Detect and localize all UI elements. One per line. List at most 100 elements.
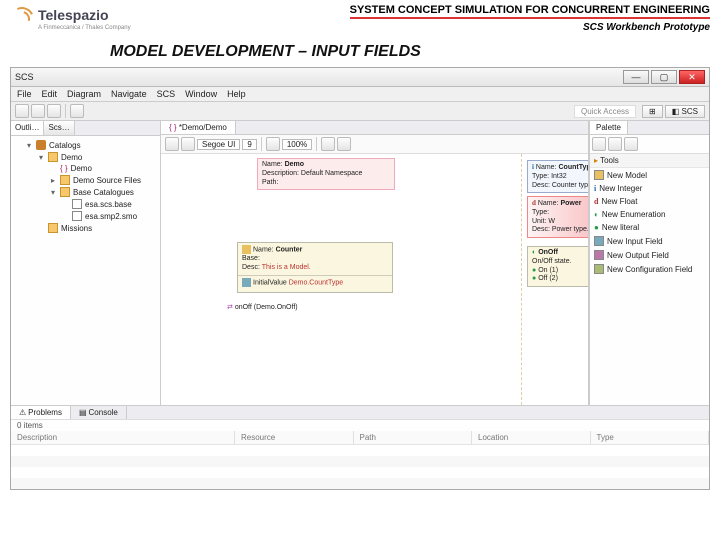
file-icon [72, 211, 82, 221]
marquee-icon[interactable] [608, 137, 622, 151]
outline-tree[interactable]: ▾Catalogs ▾Demo { }Demo ▸Demo Source Fil… [11, 136, 160, 405]
pointer-icon[interactable] [592, 137, 606, 151]
italic-icon[interactable] [181, 137, 195, 151]
menubar: File Edit Diagram Navigate SCS Window He… [11, 87, 709, 102]
tree-item[interactable]: esa.smp2.smo [85, 212, 137, 221]
menu-help[interactable]: Help [227, 89, 246, 99]
close-button[interactable]: ✕ [679, 70, 705, 84]
port-label[interactable]: ⇄ onOff (Demo.OnOff) [223, 302, 302, 315]
menu-window[interactable]: Window [185, 89, 217, 99]
palette-new-model[interactable]: New Model [590, 168, 709, 182]
run-icon[interactable] [70, 104, 84, 118]
bottom-panel: ⚠Problems ▤Console 0 items Description R… [11, 405, 709, 489]
minimize-view-icon[interactable] [146, 121, 160, 135]
problems-icon: ⚠ [19, 408, 26, 417]
open-perspective-button[interactable]: ⊞ [642, 105, 663, 118]
literal-icon: ● [532, 267, 536, 274]
problems-count: 0 items [11, 420, 709, 431]
tree-item[interactable]: Missions [61, 224, 92, 233]
enum-icon: ◐ [532, 249, 536, 256]
literal-icon: ● [532, 275, 536, 282]
tree-item[interactable]: esa.scs.base [85, 200, 132, 209]
tab-console[interactable]: ▤Console [71, 406, 127, 419]
palette-new-enum[interactable]: ◐New Enumeration [590, 208, 709, 221]
app-window: SCS — ▢ ✕ File Edit Diagram Navigate SCS… [10, 67, 710, 490]
editor-toolbar: Segoe UI 9 100% [161, 135, 588, 154]
config-field-icon [594, 264, 604, 274]
power-node[interactable]: d Name: Power Type: Unit: W Desc: Power … [527, 196, 588, 238]
tree-item[interactable]: Demo [71, 164, 92, 173]
model-icon [594, 170, 604, 180]
tree-item[interactable]: Base Catalogues [73, 188, 134, 197]
grid-icon[interactable] [321, 137, 335, 151]
editor-tab[interactable]: { } *Demo/Demo [161, 121, 236, 134]
folder-icon [60, 175, 70, 185]
menu-navigate[interactable]: Navigate [111, 89, 147, 99]
integer-icon: i [532, 163, 534, 171]
font-selector[interactable]: Segoe UI [197, 139, 240, 150]
align-icon[interactable] [266, 137, 280, 151]
new-icon[interactable] [15, 104, 29, 118]
palette-new-integer[interactable]: iNew Integer [590, 182, 709, 195]
logo-tagline: A Finmeccanica / Thales Company [38, 25, 131, 31]
link-editor-icon[interactable] [132, 121, 146, 135]
system-title: SYSTEM CONCEPT SIMULATION FOR CONCURRENT… [350, 4, 710, 19]
namespace-node[interactable]: Name: Demo Description: Default Namespac… [257, 158, 395, 190]
tree-item[interactable]: Demo [61, 153, 82, 162]
palette-section[interactable]: ▸ Tools [590, 154, 709, 168]
palette-new-output[interactable]: New Output Field [590, 248, 709, 262]
enum-icon: ◐ [594, 210, 599, 219]
onoff-node[interactable]: ◐ OnOff On/Off state. ● On (1) ● Off (2) [527, 246, 588, 287]
quick-access[interactable]: Quick Access [574, 105, 636, 118]
palette-new-config[interactable]: New Configuration Field [590, 262, 709, 276]
sub-title: SCS Workbench Prototype [350, 19, 710, 33]
perspective-scs[interactable]: ◧ SCS [665, 105, 705, 118]
size-selector[interactable]: 9 [242, 139, 256, 150]
zoom-selector[interactable]: 100% [282, 139, 312, 150]
model-icon [242, 245, 251, 254]
menu-file[interactable]: File [17, 89, 32, 99]
folder-icon [48, 223, 58, 233]
field-icon [242, 278, 251, 287]
diagram-canvas[interactable]: Name: Demo Description: Default Namespac… [161, 154, 588, 405]
page-title: MODEL DEVELOPMENT – INPUT FIELDS [0, 33, 720, 67]
file-icon [72, 199, 82, 209]
titlebar: SCS — ▢ ✕ [11, 68, 709, 87]
folder-icon [48, 152, 58, 162]
save-icon[interactable] [31, 104, 45, 118]
editor-panel: { } *Demo/Demo Segoe UI 9 100% Name: Dem… [161, 121, 589, 405]
window-title: SCS [15, 72, 34, 82]
problems-rows [11, 445, 709, 489]
snap-icon[interactable] [337, 137, 351, 151]
folder-icon [60, 187, 70, 197]
bold-icon[interactable] [165, 137, 179, 151]
minimize-button[interactable]: — [623, 70, 649, 84]
logo-text: Telespazio [38, 7, 109, 23]
tab-problems[interactable]: ⚠Problems [11, 406, 71, 419]
maximize-button[interactable]: ▢ [651, 70, 677, 84]
logo: Telespazio A Finmeccanica / Thales Compa… [10, 4, 131, 33]
tab-palette[interactable]: Palette [590, 121, 628, 134]
counter-node[interactable]: Name: Counter Base: Desc: This is a Mode… [237, 242, 393, 293]
palette-new-input[interactable]: New Input Field [590, 234, 709, 248]
problems-header: Description Resource Path Location Type [11, 431, 709, 445]
float-icon: d [532, 199, 536, 207]
catalog-icon [36, 140, 46, 150]
tab-scs[interactable]: Scs… [44, 121, 74, 135]
counttype-node[interactable]: i Name: CountType Type: Int32 Desc: Coun… [527, 160, 588, 193]
note-icon[interactable] [624, 137, 638, 151]
tree-item[interactable]: Demo Source Files [73, 176, 141, 185]
palette-new-float[interactable]: dNew Float [590, 195, 709, 208]
integer-icon: i [594, 184, 596, 193]
palette-new-literal[interactable]: ●New literal [590, 221, 709, 234]
tab-outline[interactable]: Outli… [11, 121, 44, 135]
palette-panel: Palette ▸ Tools New Model iNew Integer d… [589, 121, 709, 405]
scs-icon: ◧ [672, 107, 680, 116]
logo-swirl-icon [10, 7, 34, 31]
output-field-icon [594, 250, 604, 260]
menu-edit[interactable]: Edit [42, 89, 58, 99]
menu-scs[interactable]: SCS [157, 89, 176, 99]
menu-diagram[interactable]: Diagram [67, 89, 101, 99]
main-toolbar: Quick Access ⊞ ◧ SCS [11, 102, 709, 121]
build-icon[interactable] [47, 104, 61, 118]
